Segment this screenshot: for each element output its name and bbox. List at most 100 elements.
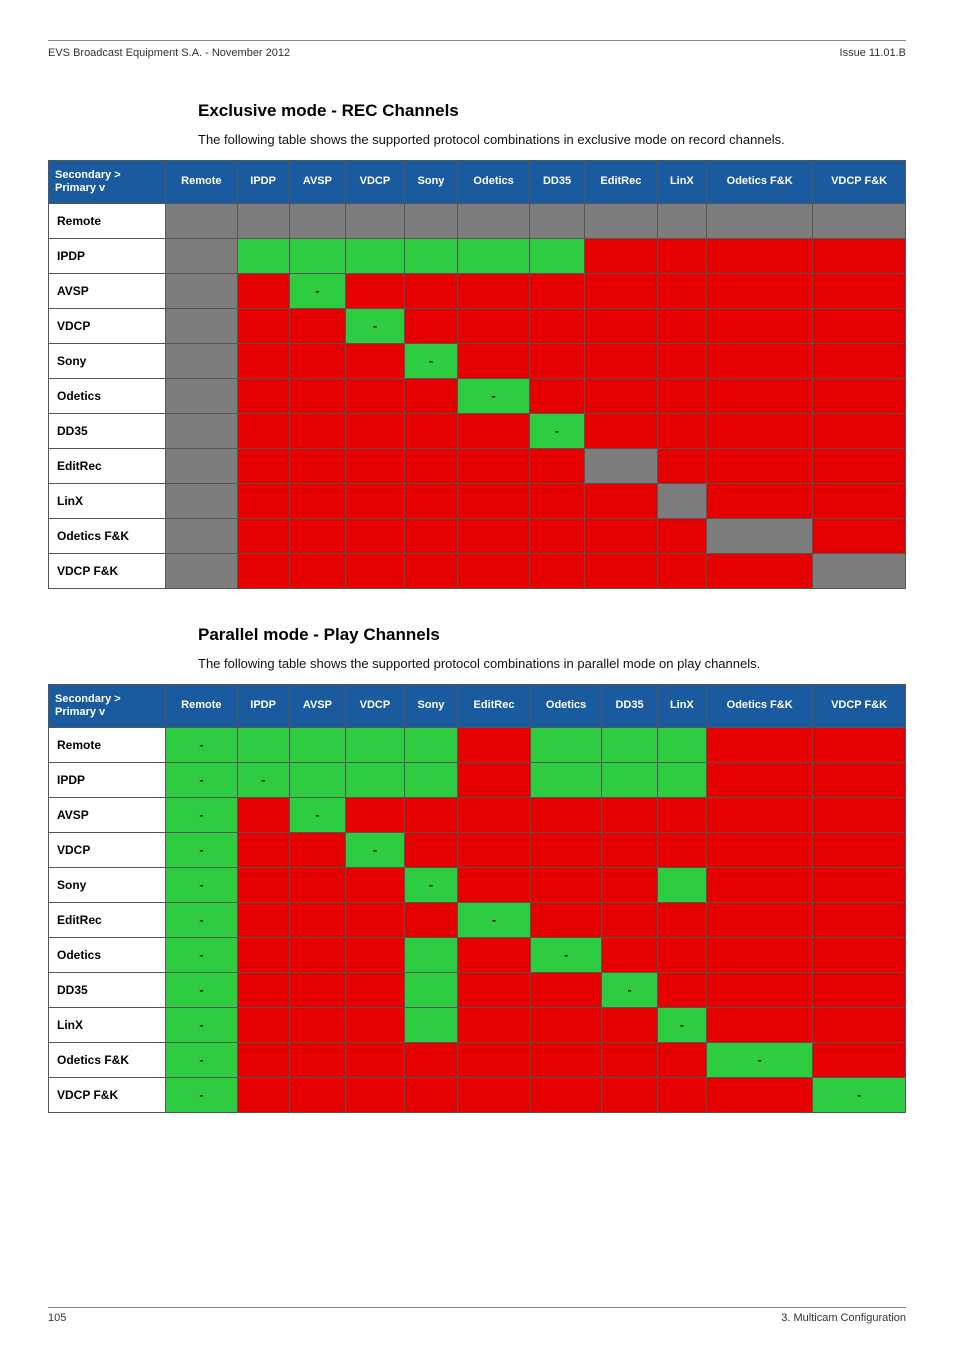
- matrix-cell: [458, 518, 530, 553]
- matrix-cell: [530, 1007, 602, 1042]
- row-label: LinX: [49, 1007, 166, 1042]
- matrix-cell: [707, 1077, 813, 1112]
- row-label: Sony: [49, 867, 166, 902]
- matrix-cell: [585, 448, 657, 483]
- matrix-cell: [585, 518, 657, 553]
- matrix-cell: [813, 343, 906, 378]
- matrix-cell: [289, 553, 346, 588]
- matrix-cell: [657, 273, 706, 308]
- matrix-cell: [237, 553, 289, 588]
- row-label: AVSP: [49, 797, 166, 832]
- matrix-cell: -: [602, 972, 657, 1007]
- matrix-cell: [289, 762, 346, 797]
- matrix-cell: [237, 972, 289, 1007]
- col-header: Remote: [166, 684, 238, 727]
- matrix-cell: [237, 203, 289, 238]
- matrix-cell: [529, 238, 584, 273]
- matrix-cell: [657, 448, 706, 483]
- matrix-cell: [813, 308, 906, 343]
- matrix-cell: [813, 553, 906, 588]
- matrix-cell: [458, 727, 530, 762]
- matrix-cell: [707, 902, 813, 937]
- matrix-cell: [458, 1042, 530, 1077]
- matrix-cell: [166, 238, 238, 273]
- matrix-cell: [237, 518, 289, 553]
- matrix-cell: [813, 518, 906, 553]
- matrix-cell: [585, 238, 657, 273]
- matrix-cell: [585, 203, 657, 238]
- matrix-cell: [707, 972, 813, 1007]
- matrix-cell: [707, 727, 813, 762]
- matrix-cell: [166, 483, 238, 518]
- matrix-cell: -: [657, 1007, 706, 1042]
- matrix-cell: [530, 832, 602, 867]
- matrix-cell: [707, 238, 813, 273]
- matrix-cell: [657, 1077, 706, 1112]
- matrix-cell: [530, 727, 602, 762]
- matrix-cell: [707, 343, 813, 378]
- matrix-cell: [657, 413, 706, 448]
- matrix-cell: [346, 797, 405, 832]
- matrix-cell: -: [458, 902, 530, 937]
- matrix-cell: [404, 483, 458, 518]
- matrix-cell: -: [289, 273, 346, 308]
- matrix-cell: [529, 553, 584, 588]
- matrix-cell: [707, 937, 813, 972]
- matrix-cell: [707, 867, 813, 902]
- col-header: EditRec: [458, 684, 530, 727]
- matrix-cell: [404, 238, 458, 273]
- matrix-cell: -: [166, 972, 238, 1007]
- matrix-cell: [237, 413, 289, 448]
- matrix-cell: [237, 483, 289, 518]
- col-header: AVSP: [289, 684, 346, 727]
- matrix-cell: [530, 1042, 602, 1077]
- matrix-cell: -: [237, 762, 289, 797]
- matrix-cell: [346, 867, 405, 902]
- footer-section: 3. Multicam Configuration: [781, 1312, 906, 1324]
- matrix-cell: [404, 273, 458, 308]
- matrix-cell: [346, 937, 405, 972]
- matrix-cell: [289, 448, 346, 483]
- matrix-cell: [237, 448, 289, 483]
- matrix-cell: [529, 378, 584, 413]
- matrix-cell: [602, 727, 657, 762]
- matrix-cell: [346, 413, 405, 448]
- matrix-cell: [346, 378, 405, 413]
- col-header: EditRec: [585, 160, 657, 203]
- matrix-cell: [346, 553, 405, 588]
- section-a-title: Exclusive mode - REC Channels: [198, 101, 906, 121]
- doc-header-right: Issue 11.01.B: [840, 47, 906, 59]
- matrix-cell: [404, 832, 458, 867]
- matrix-cell: [289, 727, 346, 762]
- matrix-cell: [530, 867, 602, 902]
- row-label: Odetics: [49, 378, 166, 413]
- row-label: IPDP: [49, 238, 166, 273]
- col-header: Sony: [404, 684, 458, 727]
- row-label: Remote: [49, 727, 166, 762]
- matrix-cell: [289, 413, 346, 448]
- matrix-cell: [404, 762, 458, 797]
- matrix-cell: [404, 937, 458, 972]
- col-header: LinX: [657, 160, 706, 203]
- matrix-cell: -: [404, 343, 458, 378]
- matrix-cell: [529, 518, 584, 553]
- matrix-cell: [289, 343, 346, 378]
- matrix-cell: [707, 553, 813, 588]
- matrix-cell: [657, 343, 706, 378]
- matrix-cell: [404, 902, 458, 937]
- matrix-cell: [530, 797, 602, 832]
- matrix-cell: [404, 727, 458, 762]
- matrix-cell: [166, 518, 238, 553]
- matrix-cell: [657, 308, 706, 343]
- matrix-cell: [657, 238, 706, 273]
- matrix-cell: [404, 518, 458, 553]
- matrix-cell: [404, 413, 458, 448]
- col-header: DD35: [529, 160, 584, 203]
- matrix-cell: [585, 308, 657, 343]
- matrix-cell: [404, 1077, 458, 1112]
- row-label: IPDP: [49, 762, 166, 797]
- matrix-cell: [346, 448, 405, 483]
- corner-header: Secondary >Primary v: [49, 160, 166, 203]
- row-label: EditRec: [49, 902, 166, 937]
- matrix-cell: [346, 238, 405, 273]
